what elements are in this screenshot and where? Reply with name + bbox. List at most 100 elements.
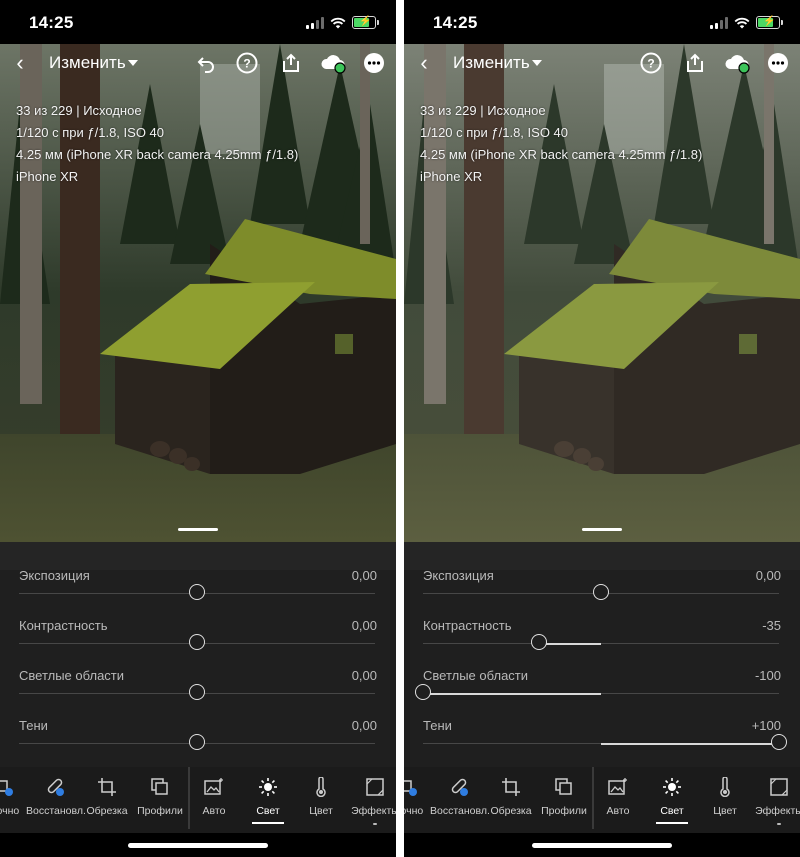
slider-track[interactable] — [423, 584, 779, 600]
tool-auto[interactable]: Авто — [598, 767, 638, 833]
more-icon[interactable] — [363, 52, 385, 74]
slider-thumb[interactable] — [771, 734, 787, 750]
tool-label: Цвет — [309, 805, 333, 817]
slider-track[interactable] — [423, 634, 779, 650]
slider-label: Светлые области — [19, 668, 125, 683]
slider-highlights[interactable]: Светлые области -100 — [404, 668, 800, 718]
slider-track[interactable] — [19, 734, 375, 750]
mode-title[interactable]: Изменить — [49, 53, 126, 73]
tool-label: Восстановл. — [430, 805, 490, 817]
tool-profiles[interactable]: Профили — [538, 767, 590, 833]
tool-label: Авто — [202, 805, 226, 817]
battery-icon: ⚡ — [352, 16, 379, 29]
slider-thumb[interactable] — [189, 684, 205, 700]
home-indicator[interactable] — [128, 843, 268, 848]
slider-track[interactable] — [423, 734, 787, 750]
slider-contrast[interactable]: Контрастность 0,00 — [0, 618, 396, 668]
tool-label: Обрезка — [490, 805, 532, 817]
effects-icon — [770, 778, 788, 796]
tool-healing[interactable]: Восстановл. — [430, 767, 490, 833]
slider-shadows[interactable]: Тени +100 — [404, 718, 800, 768]
tool-more-indicator — [373, 823, 377, 825]
slider-track[interactable] — [19, 584, 375, 600]
share-icon[interactable] — [684, 52, 706, 74]
tool-quick[interactable]: рочно — [0, 767, 26, 833]
wifi-icon — [330, 17, 346, 28]
slider-value: 0,00 — [351, 718, 377, 733]
slider-label: Тени — [423, 718, 452, 733]
status-time: 14:25 — [433, 13, 478, 32]
tool-crop[interactable]: Обрезка — [84, 767, 130, 833]
edit-top-bar: ‹ Изменить ? — [404, 46, 800, 80]
slider-exposure[interactable]: Экспозиция 0,00 — [0, 568, 396, 618]
cloud-sync-icon[interactable] — [320, 52, 348, 74]
tool-light[interactable]: Свет — [248, 767, 288, 833]
crop-icon — [502, 778, 520, 796]
slider-exposure[interactable]: Экспозиция 0,00 — [404, 568, 800, 618]
slider-track[interactable] — [19, 684, 375, 700]
tool-color[interactable]: Цвет — [705, 767, 745, 833]
mode-title[interactable]: Изменить — [453, 53, 530, 73]
slider-track[interactable] — [19, 634, 375, 650]
tool-quick[interactable]: рочно — [404, 767, 430, 833]
tool-effects[interactable]: Эффекты — [350, 767, 396, 833]
chevron-left-icon[interactable]: ‹ — [414, 50, 434, 76]
cloud-sync-icon[interactable] — [724, 52, 752, 74]
slider-highlights[interactable]: Светлые области 0,00 — [0, 668, 396, 718]
tool-light[interactable]: Свет — [652, 767, 692, 833]
slider-thumb[interactable] — [593, 584, 609, 600]
share-icon[interactable] — [280, 52, 302, 74]
more-icon[interactable] — [767, 52, 789, 74]
slider-fill — [538, 642, 601, 645]
quick-edit-icon — [404, 780, 417, 796]
home-indicator[interactable] — [532, 843, 672, 848]
tool-label: Эффекты — [351, 805, 396, 817]
slider-thumb[interactable] — [189, 584, 205, 600]
tool-label: Профили — [541, 805, 587, 817]
cellular-signal-icon — [710, 16, 728, 29]
slider-track[interactable] — [415, 684, 779, 700]
slider-value: -100 — [754, 668, 781, 683]
tool-effects[interactable]: Эффекты — [754, 767, 800, 833]
healing-icon — [451, 778, 468, 796]
active-tool-indicator — [252, 822, 284, 824]
healing-icon — [47, 778, 64, 796]
chevron-down-icon[interactable] — [532, 60, 542, 66]
panel-drag-handle[interactable] — [582, 528, 622, 531]
tool-label: Свет — [660, 805, 684, 817]
light-panel: Экспозиция 0,00 Контрастность 0,00 Светл… — [0, 542, 396, 767]
tool-color[interactable]: Цвет — [301, 767, 341, 833]
tool-healing[interactable]: Восстановл. — [26, 767, 86, 833]
slider-shadows[interactable]: Тени 0,00 — [0, 718, 396, 768]
slider-fill — [601, 742, 779, 745]
slider-thumb[interactable] — [189, 734, 205, 750]
panel-drag-handle[interactable] — [178, 528, 218, 531]
tool-label: Восстановл. — [26, 805, 86, 817]
panel-header — [404, 542, 800, 570]
tool-profiles[interactable]: Профили — [134, 767, 186, 833]
photo-info-overlay: 33 из 229 | Исходное 1/120 с при ƒ/1.8, … — [420, 100, 702, 188]
cellular-signal-icon — [306, 16, 324, 29]
slider-thumb[interactable] — [415, 684, 431, 700]
slider-thumb[interactable] — [189, 634, 205, 650]
tool-label: Профили — [137, 805, 183, 817]
slider-contrast[interactable]: Контрастность -35 — [404, 618, 800, 668]
auto-icon — [204, 778, 223, 795]
light-icon — [663, 778, 681, 796]
wifi-icon — [734, 17, 750, 28]
crop-icon — [98, 778, 116, 796]
undo-icon[interactable] — [195, 52, 217, 74]
chevron-left-icon[interactable]: ‹ — [10, 50, 30, 76]
tool-auto[interactable]: Авто — [194, 767, 234, 833]
edit-top-bar: ‹ Изменить ? — [0, 46, 396, 80]
slider-label: Контрастность — [19, 618, 108, 633]
slider-value: +100 — [751, 718, 781, 733]
help-icon[interactable]: ? — [640, 52, 662, 74]
tool-label: Свет — [256, 805, 280, 817]
slider-fill — [423, 692, 601, 695]
chevron-down-icon[interactable] — [128, 60, 138, 66]
tool-crop[interactable]: Обрезка — [488, 767, 534, 833]
help-icon[interactable]: ? — [236, 52, 258, 74]
slider-thumb[interactable] — [530, 634, 547, 650]
slider-label: Тени — [19, 718, 48, 733]
